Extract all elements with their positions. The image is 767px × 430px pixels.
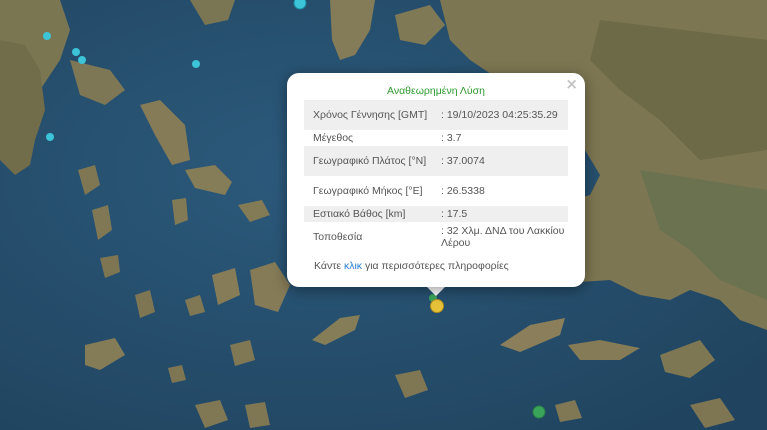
earthquake-marker-green[interactable] <box>532 405 546 419</box>
row-value-location: : 32 Χλμ. ΔΝΔ του Λακκίου Λέρου <box>441 224 565 250</box>
row-label-depth: Εστιακό Βάθος [km] <box>304 206 432 222</box>
earthquake-marker[interactable] <box>192 60 200 68</box>
table-row: Εστιακό Βάθος [km] : 17.5 <box>304 206 568 222</box>
table-row: Γεωγραφικό Μήκος [°E] : 26.5338 <box>304 176 568 206</box>
earthquake-marker[interactable] <box>78 56 86 64</box>
row-label-origin-time: Χρόνος Γέννησης [GMT] <box>304 100 432 130</box>
table-row: Γεωγραφικό Πλάτος [°N] : 37.0074 <box>304 146 568 176</box>
row-label-longitude: Γεωγραφικό Μήκος [°E] <box>313 184 423 197</box>
earthquake-marker[interactable] <box>293 0 307 10</box>
earthquake-marker[interactable] <box>72 48 80 56</box>
table-row: Τοποθεσία : 32 Χλμ. ΔΝΔ του Λακκίου Λέρο… <box>304 222 568 252</box>
earthquake-info-popup: × Αναθεωρημένη Λύση Χρόνος Γέννησης [GMT… <box>287 73 585 287</box>
row-value-longitude: : 26.5338 <box>441 184 485 197</box>
table-row: Μέγεθος : 3.7 <box>304 130 568 146</box>
more-info-text: Κάντε κλικ για περισσότερες πληροφορίες <box>314 260 509 272</box>
popup-title: Αναθεωρημένη Λύση <box>387 85 485 97</box>
row-value-depth: : 17.5 <box>432 206 568 222</box>
more-info-prefix: Κάντε <box>314 260 344 272</box>
table-row: Χρόνος Γέννησης [GMT] : 19/10/2023 04:25… <box>304 100 568 130</box>
row-value-magnitude: : 3.7 <box>441 131 462 144</box>
row-label-magnitude: Μέγεθος <box>313 131 354 144</box>
earthquake-marker[interactable] <box>43 32 51 40</box>
more-info-suffix: για περισσότερες πληροφορίες <box>362 260 509 272</box>
row-label-location: Τοποθεσία <box>313 230 363 243</box>
earthquake-marker[interactable] <box>46 133 54 141</box>
row-value-origin-time: : 19/10/2023 04:25:35.29 <box>432 100 568 130</box>
earthquake-marker-selected[interactable] <box>430 299 444 313</box>
row-label-latitude: Γεωγραφικό Πλάτος [°N] <box>304 146 432 176</box>
row-value-latitude: : 37.0074 <box>432 146 568 176</box>
popup-tip <box>426 286 446 296</box>
earthquake-info-table: Χρόνος Γέννησης [GMT] : 19/10/2023 04:25… <box>304 100 568 252</box>
more-info-link[interactable]: κλικ <box>344 260 362 272</box>
